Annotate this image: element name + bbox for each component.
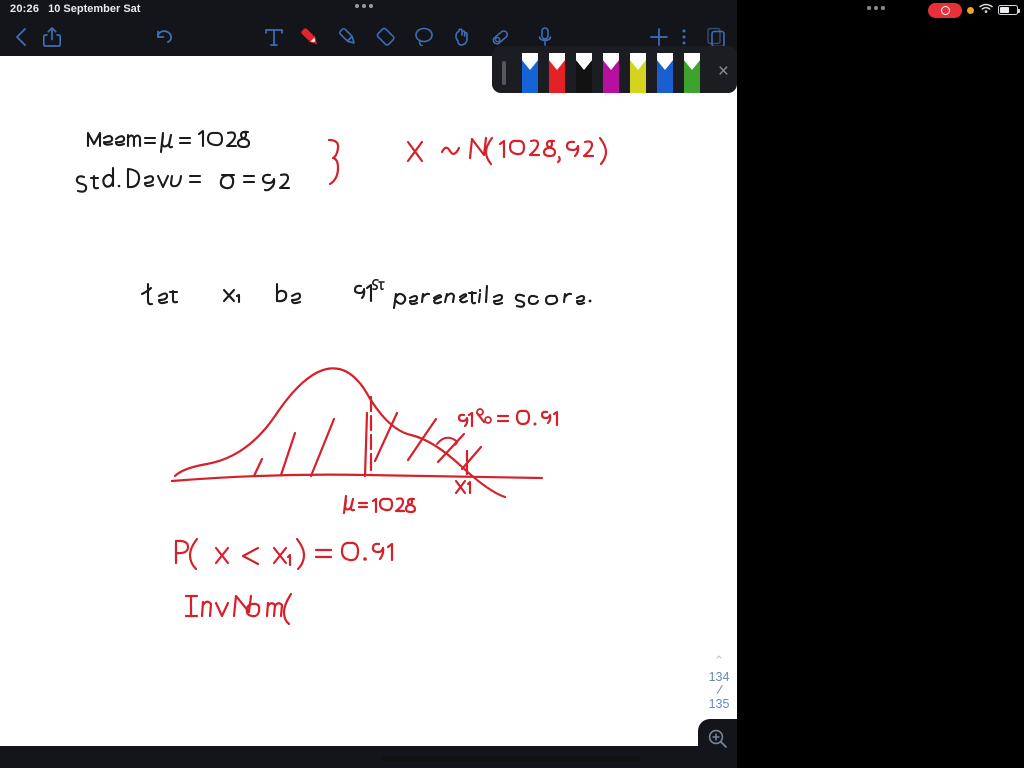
note-canvas[interactable]: ⌃ 134 / 135 ⌄ xyxy=(0,56,737,746)
drawing-tools-group xyxy=(263,24,513,50)
close-icon[interactable]: × xyxy=(718,62,731,81)
eraser-tool-icon[interactable] xyxy=(373,24,399,50)
pen-tool-icon[interactable] xyxy=(297,24,323,50)
pen-red[interactable] xyxy=(544,53,570,93)
calc-split-handle[interactable] xyxy=(867,6,885,10)
ios-status-bar: 20:26 10 September Sat xyxy=(0,0,737,18)
zoom-in-tool[interactable] xyxy=(698,719,737,768)
pen-yellow[interactable] xyxy=(625,53,651,93)
pen-magenta[interactable] xyxy=(598,53,624,93)
status-date: 10 September Sat xyxy=(48,3,141,15)
home-indicator xyxy=(382,756,641,761)
undo-icon[interactable] xyxy=(153,26,177,48)
battery-icon xyxy=(998,5,1020,15)
handwritten-ink-layer xyxy=(75,129,608,626)
wifi-icon xyxy=(979,1,993,19)
pen-green[interactable] xyxy=(679,53,705,93)
lasso-tool-icon[interactable] xyxy=(411,24,437,50)
page-up-icon[interactable]: ⌃ xyxy=(714,654,725,667)
palette-drag-handle[interactable] xyxy=(502,61,506,85)
highlighter-tool-icon[interactable] xyxy=(335,24,361,50)
screen-root: 20:26 10 September Sat ⌃ 134 / 135 × xyxy=(0,0,1024,768)
pen-blue[interactable] xyxy=(517,53,543,93)
calc-status-bar xyxy=(928,1,1020,19)
share-icon[interactable] xyxy=(42,26,62,48)
status-time: 20:26 xyxy=(10,3,40,15)
page-number: 134 / 135 xyxy=(709,670,730,712)
pen-blue-2[interactable] xyxy=(652,53,678,93)
notes-app-pane: 20:26 10 September Sat ⌃ 134 / 135 × xyxy=(0,0,737,768)
text-tool-icon[interactable] xyxy=(263,25,285,49)
pen-color-palette[interactable]: × xyxy=(492,46,737,93)
split-view-handle[interactable] xyxy=(355,4,373,8)
magnifier-plus-icon xyxy=(708,729,727,748)
add-icon[interactable] xyxy=(648,26,670,48)
recording-indicator xyxy=(928,2,962,18)
pen-black[interactable] xyxy=(571,53,597,93)
more-options-icon[interactable] xyxy=(681,27,687,47)
mic-in-use-dot xyxy=(967,6,974,14)
page-navigator[interactable]: ⌃ 134 / 135 ⌄ xyxy=(705,654,733,728)
back-icon[interactable] xyxy=(12,26,30,48)
hand-tool-icon[interactable] xyxy=(449,24,475,50)
calculator-app-pane: PLOT FRAC Y= TBLST FUNC WINDOW FRMT MTRX… xyxy=(737,0,1024,768)
